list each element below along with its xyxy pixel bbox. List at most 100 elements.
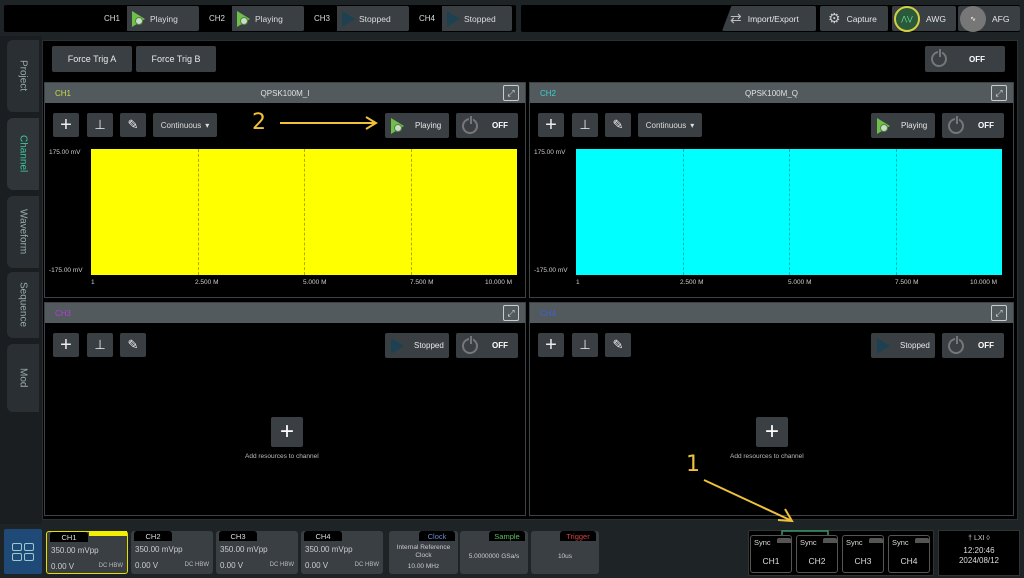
playing-icon <box>237 11 251 27</box>
master-output-button[interactable]: OFF <box>925 46 1005 72</box>
expand-icon[interactable]: ⤢ <box>503 85 519 101</box>
output-button[interactable]: OFF <box>456 113 518 138</box>
add-button[interactable]: + <box>53 333 79 357</box>
x-tick: 1 <box>576 279 580 286</box>
sync-ch2[interactable]: Sync CH2 <box>796 535 838 573</box>
top-ch3-status[interactable]: CH3 Stopped <box>307 6 409 31</box>
home-menu-button[interactable] <box>4 529 42 574</box>
grid-icon <box>12 542 34 561</box>
selected-indicator <box>89 531 127 536</box>
afg-waveform-icon: ∿ <box>960 5 986 32</box>
caret-down-icon: ▾ <box>690 120 695 130</box>
trigger-card[interactable]: Trigger 10us <box>531 531 599 574</box>
bottom-ch1-card[interactable]: CH1 350.00 mVpp 0.00 V DC HBW <box>46 531 128 574</box>
x-tick: 2.500 M <box>195 279 219 286</box>
capture-button[interactable]: ⚙ Capture <box>820 6 888 31</box>
waveform-plot[interactable] <box>576 149 1002 275</box>
play-button[interactable]: Playing <box>871 113 935 138</box>
amplitude-value: 350.00 mVpp <box>220 545 268 554</box>
bottom-ch3-card[interactable]: CH3 350.00 mVpp 0.00 V DC HBW <box>216 531 298 574</box>
stamp-button[interactable]: ⊥ <box>87 113 113 137</box>
status-text: Playing <box>150 13 178 24</box>
expand-icon[interactable]: ⤢ <box>503 305 519 321</box>
y-max-label: 175.00 mV <box>534 149 566 156</box>
coupling-value: DC HBW <box>269 562 294 568</box>
sidebar-tab-channel[interactable]: Channel <box>7 118 39 190</box>
top-ch1-status[interactable]: CH1 Playing <box>97 6 199 31</box>
bottom-ch2-card[interactable]: CH2 350.00 mVpp 0.00 V DC HBW <box>131 531 213 574</box>
power-icon <box>462 115 478 134</box>
x-tick: 7.500 M <box>410 279 434 286</box>
run-mode-dropdown[interactable]: Continuous ▾ <box>153 113 217 137</box>
time: 12:20:46 <box>963 546 995 555</box>
status-text: Playing <box>255 13 283 24</box>
channel-panel-ch1: CH1 QPSK100M_I ⤢ + ⊥ ✎ Continuous ▾ Playi… <box>44 82 526 298</box>
run-mode-dropdown[interactable]: Continuous ▾ <box>638 113 702 137</box>
import-export-button[interactable]: ⇄ Import/Export <box>722 6 816 31</box>
stamp-icon: ⊥ <box>579 337 591 352</box>
sync-ch4[interactable]: Sync CH4 <box>888 535 930 573</box>
stamp-button[interactable]: ⊥ <box>87 333 113 357</box>
waveform-plot[interactable] <box>91 149 517 275</box>
edit-button[interactable]: ✎ <box>605 113 631 137</box>
edit-button[interactable]: ✎ <box>120 113 146 137</box>
ch-label: CH2 <box>202 6 232 31</box>
clock-card[interactable]: Clock Internal Reference Clock 10.00 MHz <box>389 531 458 574</box>
add-resources-label: Add resources to channel <box>730 453 804 460</box>
output-button[interactable]: OFF <box>942 333 1004 358</box>
plus-icon: + <box>545 333 557 356</box>
caret-down-icon: ▾ <box>205 120 210 130</box>
stamp-button[interactable]: ⊥ <box>572 113 598 137</box>
edit-button[interactable]: ✎ <box>605 333 631 357</box>
panel-header: CH1 QPSK100M_I ⤢ <box>45 83 525 103</box>
system-clock: † LXI ◊ 12:20:46 2024/08/12 <box>938 530 1020 576</box>
stamp-icon: ⊥ <box>579 117 591 132</box>
play-button[interactable]: Stopped <box>385 333 449 358</box>
sidebar-tab-sequence[interactable]: Sequence <box>7 272 39 338</box>
power-icon <box>931 49 947 67</box>
coupling-value: DC HBW <box>354 562 379 568</box>
sample-card[interactable]: Sample 5.0000000 GSa/s <box>460 531 528 574</box>
edit-button[interactable]: ✎ <box>120 333 146 357</box>
panel-header: CH3 ⤢ <box>45 303 525 323</box>
coupling-value: DC HBW <box>184 562 209 568</box>
panel-channel-label: CH4 <box>540 308 557 318</box>
sidebar-tab-mod[interactable]: Mod <box>7 344 39 412</box>
expand-icon[interactable]: ⤢ <box>991 305 1007 321</box>
top-ch4-status[interactable]: CH4 Stopped <box>412 6 512 31</box>
stamp-button[interactable]: ⊥ <box>572 333 598 357</box>
afg-button[interactable]: ∿ AFG <box>958 5 1020 32</box>
top-ch2-status[interactable]: CH2 Playing <box>202 6 304 31</box>
output-button[interactable]: OFF <box>942 113 1004 138</box>
play-button[interactable]: Playing <box>385 113 449 138</box>
output-button[interactable]: OFF <box>456 333 518 358</box>
channel-panel-ch3: CH3 ⤢ + ⊥ ✎ Stopped OFF + Add resources … <box>44 302 526 516</box>
stopped-icon <box>877 337 890 354</box>
status-text: Stopped <box>359 13 391 24</box>
import-export-icon: ⇄ <box>730 10 742 26</box>
force-trig-b-button[interactable]: Force Trig B <box>136 46 216 72</box>
plus-icon: + <box>545 113 557 136</box>
capture-label: Capture <box>846 13 877 24</box>
add-button[interactable]: + <box>538 333 564 357</box>
add-button[interactable]: + <box>538 113 564 137</box>
add-resources-button[interactable]: + <box>756 417 788 447</box>
bottom-ch4-card[interactable]: CH4 350.00 mVpp 0.00 V DC HBW <box>301 531 383 574</box>
sidebar-tab-waveform[interactable]: Waveform <box>7 196 39 268</box>
plus-icon: + <box>60 113 72 136</box>
panel-header: CH4 ⤢ <box>530 303 1013 323</box>
expand-icon[interactable]: ⤢ <box>991 85 1007 101</box>
edit-icon: ✎ <box>127 117 139 132</box>
awg-button[interactable]: ⋀⋁ AWG <box>892 5 956 32</box>
add-button[interactable]: + <box>53 113 79 137</box>
play-button[interactable]: Stopped <box>871 333 935 358</box>
sync-ch1[interactable]: Sync CH1 <box>750 535 792 573</box>
stopped-icon <box>342 10 355 27</box>
sidebar-tab-project[interactable]: Project <box>7 40 39 112</box>
power-icon <box>948 115 964 134</box>
sync-ch3[interactable]: Sync CH3 <box>842 535 884 573</box>
force-trig-a-button[interactable]: Force Trig A <box>52 46 132 72</box>
panel-header: CH2 QPSK100M_Q ⤢ <box>530 83 1013 103</box>
user-gear-icon: ⚙ <box>828 10 841 26</box>
add-resources-button[interactable]: + <box>271 417 303 447</box>
